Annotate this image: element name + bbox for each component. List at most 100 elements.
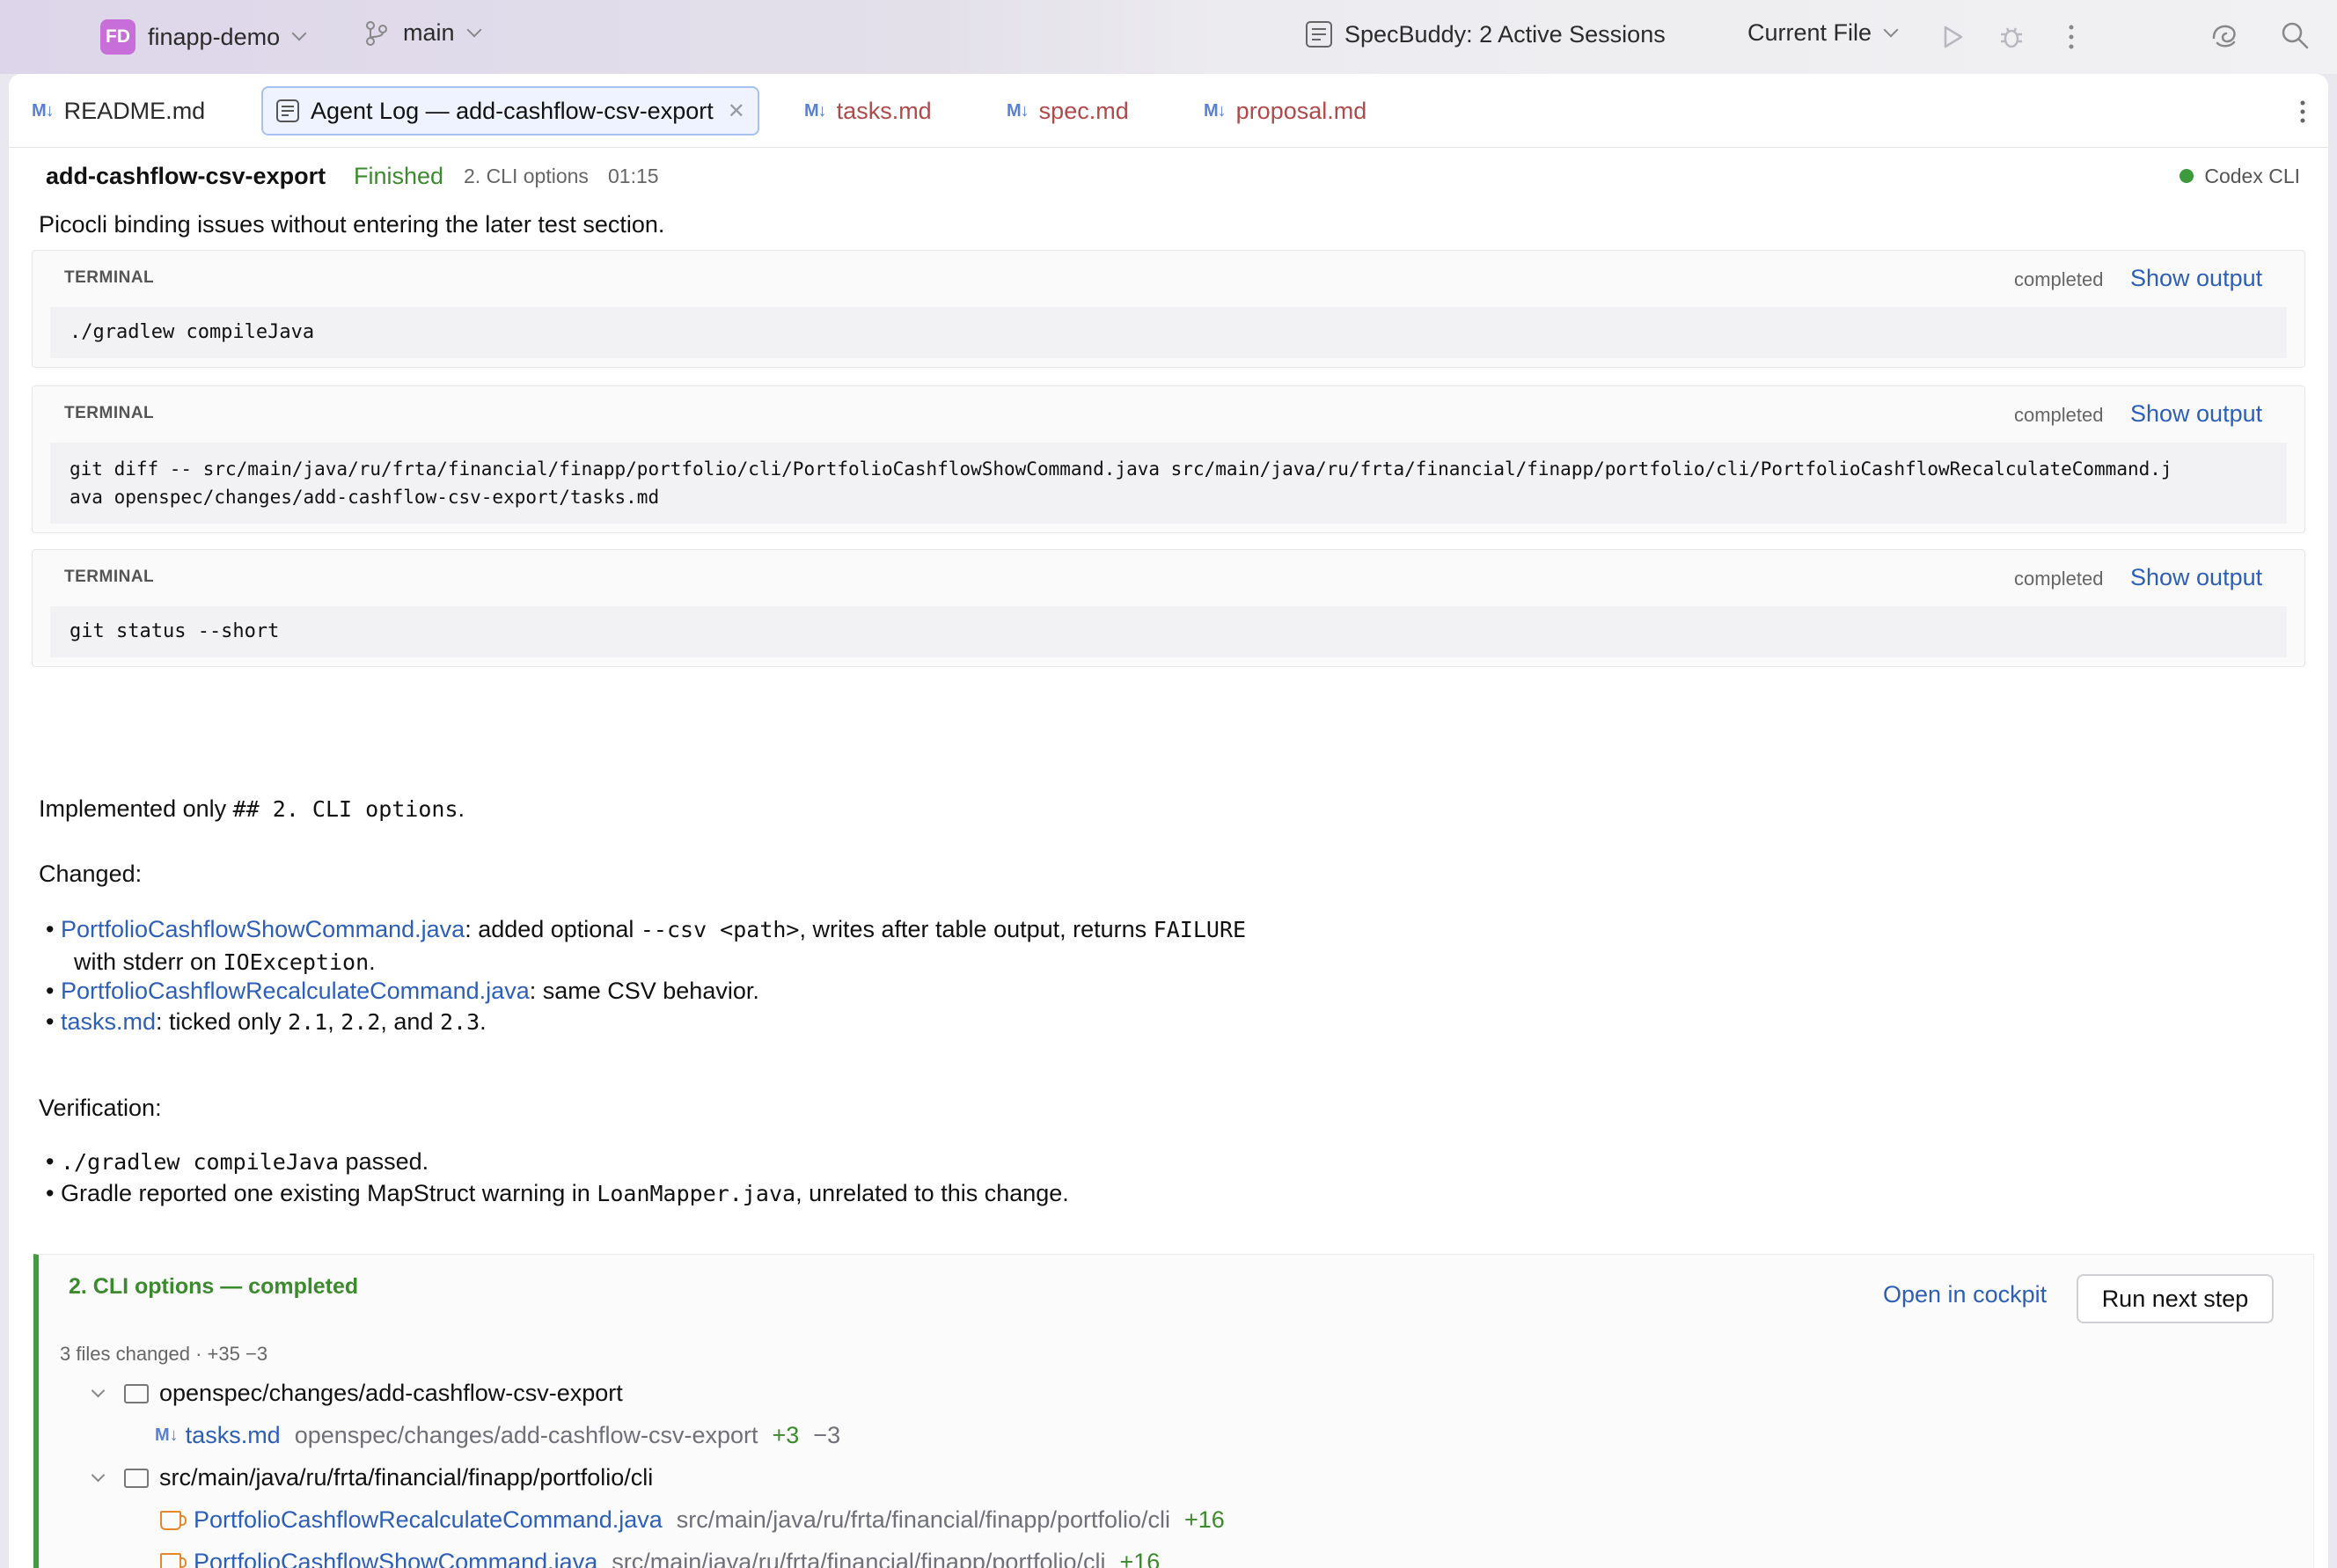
- step-summary-card: 2. CLI options — completed Open in cockp…: [33, 1254, 2314, 1568]
- tab-proposal[interactable]: M↓ proposal.md: [1204, 86, 1366, 136]
- ai-assistant-icon[interactable]: [2207, 18, 2242, 53]
- more-vertical-icon[interactable]: [2289, 97, 2316, 127]
- search-icon[interactable]: [2277, 18, 2312, 53]
- tab-agent-log[interactable]: Agent Log — add-cashflow-csv-export ✕: [261, 86, 759, 136]
- implemented-line: Implemented only ## 2. CLI options.: [39, 795, 465, 822]
- agent-name: Codex CLI: [2204, 164, 2300, 187]
- tab-label: tasks.md: [836, 97, 932, 124]
- agent-indicator: Codex CLI: [2179, 165, 2300, 188]
- tree-file-row[interactable]: PortfolioCashflowRecalculateCommand.java…: [160, 1506, 1225, 1534]
- lines-removed: −3: [813, 1422, 841, 1448]
- terminal-status: completed: [2014, 568, 2104, 590]
- document-icon: [1306, 21, 1332, 48]
- file-link[interactable]: tasks.md: [61, 1008, 156, 1035]
- show-output-link[interactable]: Show output: [2130, 564, 2262, 591]
- run-next-step-button[interactable]: Run next step: [2077, 1274, 2274, 1323]
- status-dot-icon: [2179, 169, 2194, 183]
- terminal-block: TERMINAL completed Show output git statu…: [32, 549, 2305, 667]
- terminal-block: TERMINAL completed Show output git diff …: [32, 385, 2305, 533]
- show-output-link[interactable]: Show output: [2130, 265, 2262, 292]
- terminal-label: TERMINAL: [64, 404, 155, 422]
- list-item: • tasks.md: ticked only 2.1, 2.2, and 2.…: [46, 1008, 487, 1035]
- markdown-icon: M↓: [1204, 100, 1227, 121]
- markdown-icon: M↓: [32, 100, 55, 121]
- close-icon[interactable]: ✕: [728, 99, 745, 124]
- project-badge: FD: [100, 19, 136, 55]
- list-item: • ./gradlew compileJava passed.: [46, 1148, 429, 1175]
- file-link[interactable]: PortfolioCashflowShowCommand.java: [194, 1549, 597, 1568]
- file-path: src/main/java/ru/frta/financial/finapp/p…: [676, 1506, 1171, 1533]
- lines-added: +3: [772, 1422, 800, 1448]
- editor-panel: M↓ README.md Agent Log — add-cashflow-cs…: [9, 74, 2328, 1568]
- log-text: Picocli binding issues without entering …: [39, 211, 665, 238]
- duration: 01:15: [608, 164, 659, 187]
- debug-icon[interactable]: [1994, 19, 2029, 55]
- tree-file-row[interactable]: M↓ tasks.md openspec/changes/add-cashflo…: [155, 1422, 840, 1449]
- tree-folder-row[interactable]: openspec/changes/add-cashflow-csv-export: [91, 1380, 623, 1407]
- project-switcher[interactable]: FD finapp-demo: [100, 19, 307, 55]
- terminal-command: git status --short: [50, 606, 2287, 657]
- tab-label: proposal.md: [1235, 97, 1367, 124]
- branch-name: main: [403, 19, 455, 46]
- file-link[interactable]: PortfolioCashflowRecalculateCommand.java: [194, 1506, 663, 1534]
- tab-label: Agent Log — add-cashflow-csv-export: [311, 97, 714, 124]
- run-icon[interactable]: [1936, 19, 1971, 55]
- step-label: 2. CLI options: [464, 164, 589, 187]
- chevron-down-icon: [91, 1468, 106, 1483]
- verification-heading: Verification:: [39, 1095, 162, 1121]
- chevron-down-icon: [1883, 22, 1899, 37]
- folder-icon: [124, 1468, 149, 1488]
- terminal-status: completed: [2014, 404, 2104, 426]
- git-branch-icon: [366, 20, 387, 46]
- files-changed-count: 3 files changed · +35 −3: [60, 1343, 268, 1365]
- branch-switcher[interactable]: main: [364, 19, 482, 47]
- log-icon: [276, 99, 299, 122]
- run-config-selector[interactable]: Current File: [1747, 19, 1899, 47]
- lines-added: +16: [1184, 1506, 1225, 1533]
- tab-tasks[interactable]: M↓ tasks.md: [804, 86, 932, 136]
- file-path: src/main/java/ru/frta/financial/finapp/p…: [612, 1549, 1106, 1568]
- chevron-down-icon: [291, 26, 307, 41]
- run-config-label: Current File: [1747, 19, 1872, 46]
- folder-path: src/main/java/ru/frta/financial/finapp/p…: [159, 1464, 654, 1491]
- java-file-icon: [160, 1510, 187, 1530]
- status-badge: Finished: [354, 162, 444, 189]
- terminal-label: TERMINAL: [64, 568, 155, 586]
- list-item: • PortfolioCashflowShowCommand.java: add…: [46, 916, 1247, 975]
- show-output-link[interactable]: Show output: [2130, 400, 2262, 428]
- markdown-icon: M↓: [804, 100, 827, 121]
- tab-label: spec.md: [1038, 97, 1129, 124]
- list-item: • Gradle reported one existing MapStruct…: [46, 1180, 1069, 1206]
- tab-label: README.md: [63, 97, 206, 124]
- title-bar: FD finapp-demo main SpecBuddy: 2 Active …: [0, 0, 2337, 74]
- java-file-icon: [160, 1552, 187, 1568]
- tree-folder-row[interactable]: src/main/java/ru/frta/financial/finapp/p…: [91, 1464, 654, 1491]
- terminal-command: git diff -- src/main/java/ru/frta/financ…: [50, 443, 2287, 524]
- open-in-cockpit-link[interactable]: Open in cockpit: [1883, 1281, 2047, 1308]
- agent-log-header: add-cashflow-csv-export Finished 2. CLI …: [9, 148, 2328, 204]
- tree-file-row[interactable]: PortfolioCashflowShowCommand.java src/ma…: [160, 1549, 1160, 1568]
- terminal-label: TERMINAL: [64, 268, 155, 287]
- folder-path: openspec/changes/add-cashflow-csv-export: [159, 1380, 623, 1406]
- lines-added: +16: [1119, 1549, 1161, 1568]
- markdown-icon: M↓: [1007, 100, 1029, 121]
- file-link[interactable]: tasks.md: [186, 1422, 281, 1449]
- sessions-widget[interactable]: SpecBuddy: 2 Active Sessions: [1304, 19, 1666, 49]
- tab-spec[interactable]: M↓ spec.md: [1007, 86, 1129, 136]
- file-link[interactable]: PortfolioCashflowRecalculateCommand.java: [61, 978, 530, 1004]
- terminal-command: ./gradlew compileJava: [50, 307, 2287, 358]
- editor-tabs: M↓ README.md Agent Log — add-cashflow-cs…: [9, 74, 2328, 148]
- agent-log-content: Picocli binding issues without entering …: [9, 204, 2328, 1568]
- chevron-down-icon: [91, 1383, 106, 1398]
- file-path: openspec/changes/add-cashflow-csv-export: [294, 1422, 758, 1448]
- change-name: add-cashflow-csv-export: [46, 162, 326, 189]
- list-item: • PortfolioCashflowRecalculateCommand.ja…: [46, 978, 759, 1004]
- tab-readme[interactable]: M↓ README.md: [32, 86, 205, 136]
- more-vertical-icon[interactable]: [2054, 19, 2089, 55]
- file-link[interactable]: PortfolioCashflowShowCommand.java: [61, 916, 465, 942]
- summary-title: 2. CLI options — completed: [69, 1274, 359, 1299]
- project-name: finapp-demo: [148, 23, 281, 50]
- folder-icon: [124, 1383, 149, 1403]
- terminal-status: completed: [2014, 268, 2104, 290]
- sessions-label: SpecBuddy: 2 Active Sessions: [1344, 20, 1666, 48]
